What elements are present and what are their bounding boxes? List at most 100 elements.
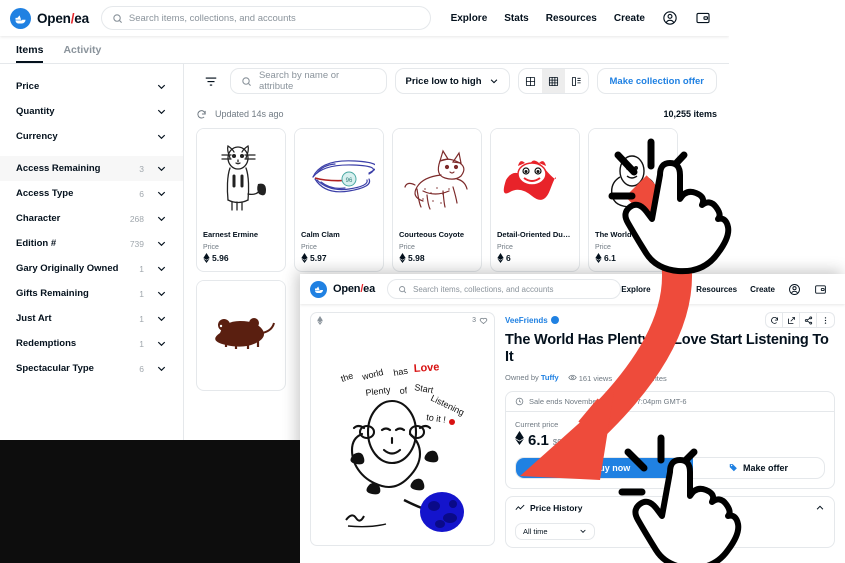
- opensea-logo-icon: [310, 280, 327, 298]
- item-detail-window: Open/ea Search items, collections, and a…: [300, 274, 845, 563]
- chevron-down-icon: [157, 266, 166, 272]
- favorites-count-meta: 3 favorites: [621, 373, 667, 383]
- opensea-logo[interactable]: Open/ea: [10, 7, 89, 29]
- buy-now-label: Buy now: [592, 462, 631, 473]
- item-actions: [765, 312, 835, 328]
- nft-price-label: Price: [595, 244, 611, 251]
- chevron-down-icon: [157, 109, 166, 115]
- owner-info[interactable]: Owned by Tuffy: [505, 373, 559, 382]
- global-search-input[interactable]: Search items, collections, and accounts: [100, 6, 431, 30]
- ermine-drawing: [221, 144, 266, 211]
- eth-icon: [203, 253, 210, 263]
- opensea-logo-icon: [10, 7, 31, 29]
- item-count-text: 10,255 items: [663, 109, 717, 119]
- nav-item-stats[interactable]: Stats: [664, 285, 684, 294]
- filter-label: Access Remaining: [16, 163, 101, 174]
- nav-item-create[interactable]: Create: [750, 285, 775, 294]
- filter-count: 1: [139, 313, 144, 324]
- nft-card[interactable]: The World Ha... Price 6.1: [588, 128, 678, 272]
- nav-item-explore[interactable]: Explore: [621, 285, 650, 294]
- nav-item-resources[interactable]: Resources: [696, 285, 737, 294]
- sort-value: Price low to high: [405, 75, 482, 87]
- price-history-header[interactable]: Price History: [506, 497, 834, 519]
- nft-card[interactable]: [196, 280, 286, 391]
- nft-card-info: Detail-Oriented Dumbo O... Price 6: [491, 225, 579, 271]
- grid-large-icon: [525, 76, 535, 86]
- opensea-logo[interactable]: Open/ea: [310, 280, 375, 298]
- filter-label: Currency: [16, 131, 58, 142]
- filter-quantity[interactable]: Quantity: [0, 99, 183, 124]
- time-range-dropdown[interactable]: All time: [515, 522, 595, 540]
- more-options-button[interactable]: [817, 313, 834, 327]
- wallet-icon[interactable]: [814, 283, 827, 296]
- nft-price-value: 6: [497, 253, 573, 263]
- chevron-down-icon: [157, 241, 166, 247]
- view-mode-grid-small[interactable]: [541, 69, 565, 93]
- sort-dropdown[interactable]: Price low to high: [394, 68, 510, 94]
- filter-toggle-button[interactable]: [200, 70, 222, 92]
- favorite-toggle[interactable]: 3: [472, 316, 488, 325]
- share-button[interactable]: [800, 313, 817, 327]
- nft-artwork-world: [589, 129, 677, 225]
- filter-spectacular-type[interactable]: Spectacular Type 6: [0, 356, 183, 381]
- nft-price-label: Price: [301, 244, 317, 251]
- time-range-value: All time: [523, 526, 548, 536]
- filter-currency[interactable]: Currency: [0, 124, 183, 149]
- filter-label: Character: [16, 213, 61, 224]
- refresh-icon[interactable]: [196, 109, 207, 120]
- filter-character[interactable]: Character 268: [0, 206, 183, 231]
- nft-card[interactable]: 96 Calm Clam Price 5.97: [294, 128, 384, 272]
- refresh-metadata-button[interactable]: [766, 313, 783, 327]
- filter-price[interactable]: Price: [0, 74, 183, 99]
- view-mode-grid-large[interactable]: [519, 69, 542, 93]
- nft-card[interactable]: Courteous Coyote Price 5.98: [392, 128, 482, 272]
- global-search-input[interactable]: Search items, collections, and accounts: [387, 279, 622, 299]
- filter-count: 1: [139, 288, 144, 299]
- filter-access-remaining[interactable]: Access Remaining 3: [0, 156, 183, 181]
- account-circle-icon[interactable]: [788, 283, 801, 296]
- filter-redemptions[interactable]: Redemptions 1: [0, 331, 183, 356]
- eth-icon: [595, 253, 602, 263]
- filter-label: Spectacular Type: [16, 363, 94, 374]
- tab-items[interactable]: Items: [16, 44, 44, 63]
- filter-label: Redemptions: [16, 338, 77, 349]
- filter-edition-number[interactable]: Edition # 739: [0, 231, 183, 256]
- nav-item-create[interactable]: Create: [614, 13, 645, 24]
- nft-name: Courteous Coyote: [399, 230, 465, 239]
- brand-name: Open/ea: [37, 10, 89, 26]
- filter-icon: [205, 77, 217, 86]
- filter-just-art[interactable]: Just Art 1: [0, 306, 183, 331]
- eth-icon: [317, 316, 323, 325]
- filter-access-type[interactable]: Access Type 6: [0, 181, 183, 206]
- chevron-down-icon: [157, 341, 166, 347]
- collection-link[interactable]: VeeFriends: [505, 316, 559, 325]
- wallet-icon[interactable]: [695, 10, 711, 26]
- nft-price-number: 5.97: [310, 253, 327, 263]
- account-circle-icon[interactable]: [662, 10, 678, 26]
- collection-status-bar: Updated 14s ago 10,255 items: [196, 98, 717, 124]
- eth-icon: [497, 253, 504, 263]
- nft-card[interactable]: Earnest Ermine Price 5.96: [196, 128, 286, 272]
- nav-item-resources[interactable]: Resources: [546, 13, 597, 24]
- filter-count: 268: [129, 213, 144, 224]
- buy-now-button[interactable]: Buy now: [516, 457, 693, 478]
- filter-gary-originally-owned[interactable]: Gary Originally Owned 1: [0, 256, 183, 281]
- nft-price-number: 5.96: [212, 253, 229, 263]
- nft-card[interactable]: Detail-Oriented Dumbo O... Price 6: [490, 128, 580, 272]
- make-collection-offer-button[interactable]: Make collection offer: [596, 68, 717, 94]
- svg-text:the: the: [339, 371, 354, 384]
- item-search-input[interactable]: Search by name or attribute: [230, 68, 387, 94]
- mouse-drawing: [215, 318, 275, 349]
- filter-gifts-remaining[interactable]: Gifts Remaining 1: [0, 281, 183, 306]
- make-offer-button[interactable]: Make offer: [693, 458, 824, 478]
- main-header: Open/ea Search items, collections, and a…: [0, 0, 729, 36]
- nft-name: Detail-Oriented Dumbo O...: [497, 230, 573, 239]
- nft-artwork-octopus: [491, 129, 579, 225]
- nav-item-explore[interactable]: Explore: [451, 13, 488, 24]
- open-external-button[interactable]: [783, 313, 800, 327]
- search-icon: [399, 285, 407, 293]
- nft-price-value: 5.97: [301, 253, 377, 263]
- view-mode-list[interactable]: [565, 69, 588, 93]
- nav-item-stats[interactable]: Stats: [504, 13, 528, 24]
- tab-activity[interactable]: Activity: [63, 44, 101, 63]
